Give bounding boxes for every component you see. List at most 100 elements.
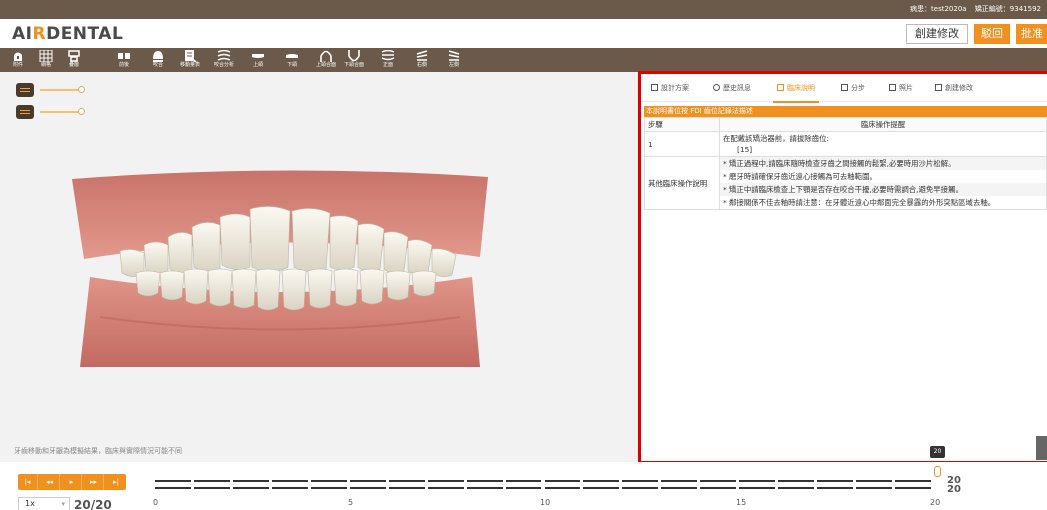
tool-front-view[interactable]: 正面 xyxy=(374,48,402,72)
step-segment[interactable] xyxy=(817,480,854,482)
step-segment[interactable] xyxy=(739,487,776,489)
slider-knob[interactable] xyxy=(78,108,85,115)
section-title: 本說明書位按 FDI 齒位記錄法描述 xyxy=(644,106,1047,117)
step-segment[interactable] xyxy=(349,487,386,489)
step-segment[interactable] xyxy=(661,487,698,489)
instruction-line: * 矯正中請臨床檢查上下顎是否存在咬合干擾,必要時需調合,避免早接觸。 xyxy=(720,183,1046,196)
step-segment[interactable] xyxy=(232,487,269,489)
step-segment[interactable] xyxy=(427,480,464,482)
tool-right-view[interactable]: 右側 xyxy=(408,48,436,72)
step-segment[interactable] xyxy=(817,487,854,489)
step-segment[interactable] xyxy=(622,480,659,482)
panel-tabs: 設計方案 歷史訊息 臨床說明 分步 照片 創建修改 xyxy=(641,74,1047,103)
lower-step-count: 20 xyxy=(947,484,961,495)
create-modify-button[interactable]: 創建修改 xyxy=(906,24,968,44)
upper-opacity-toggle[interactable] xyxy=(16,83,34,97)
tab-create-modify[interactable]: 創建修改 xyxy=(935,83,973,93)
step-segment[interactable] xyxy=(661,480,698,482)
step-segment[interactable] xyxy=(388,487,425,489)
extraction-note: 在配戴該矯治器前，請拔除齒位: xyxy=(723,134,829,143)
step-segment[interactable] xyxy=(427,487,464,489)
lower-jaw-icon xyxy=(286,54,298,58)
step-segment[interactable] xyxy=(895,480,931,482)
tool-upper-occlusal[interactable]: 上頜合面 xyxy=(312,48,340,72)
tool-left-view[interactable]: 左側 xyxy=(440,48,468,72)
step-segment[interactable] xyxy=(544,480,581,482)
front-view-icon xyxy=(381,50,395,61)
tool-lower-occlusal[interactable]: 下頜合面 xyxy=(340,48,368,72)
step-number: 1 xyxy=(644,131,720,157)
step-segment[interactable] xyxy=(856,480,893,482)
tool-before-after[interactable]: 前後 xyxy=(110,48,138,72)
movement-table-icon xyxy=(185,50,197,62)
approve-button[interactable]: 批准 xyxy=(1016,24,1047,44)
step-segment[interactable] xyxy=(856,487,893,489)
slider-knob[interactable] xyxy=(78,86,85,93)
step-segment[interactable] xyxy=(232,480,269,482)
tab-photos[interactable]: 照片 xyxy=(889,83,913,93)
panel-collapse-handle[interactable] xyxy=(1036,436,1047,460)
clinical-table: 步驟 臨床操作提醒 1 在配戴該矯治器前，請拔除齒位: [15] 其他臨床操作說… xyxy=(644,117,1047,210)
step-segment[interactable] xyxy=(271,480,308,482)
current-step-marker[interactable] xyxy=(934,466,941,477)
step-segment[interactable] xyxy=(583,480,620,482)
account-info: 病患：test2020a 矯正編號：9341592 xyxy=(904,4,1041,14)
tab-clinical-notes[interactable]: 臨床說明 xyxy=(773,83,819,103)
other-instructions-label: 其他臨床操作說明 xyxy=(644,156,720,210)
step-timeline: |◂ ◂◂ ▸ ▸▸ ▸| 1x ▾ 20/20 0 5 10 15 20 20 … xyxy=(0,462,1047,510)
case-label: 矯正編號：9341592 xyxy=(974,5,1041,13)
tool-overlay[interactable]: 疊層 xyxy=(60,48,88,72)
upper-opacity-slider[interactable] xyxy=(40,86,85,93)
step-segment[interactable] xyxy=(505,480,542,482)
reject-button[interactable]: 駁回 xyxy=(974,24,1010,44)
step-segment[interactable] xyxy=(622,487,659,489)
steps-icon xyxy=(841,84,848,91)
table-row: 其他臨床操作說明 * 矯正過程中,請臨床隨時檢查牙齒之間接觸的鬆緊,必要時用沙片… xyxy=(644,156,1047,210)
step-segment[interactable] xyxy=(310,480,347,482)
right-view-icon xyxy=(416,50,428,61)
lower-opacity-slider[interactable] xyxy=(40,108,85,115)
step-segment[interactable] xyxy=(155,480,191,482)
step-segment[interactable] xyxy=(349,480,386,482)
tool-lower-jaw[interactable]: 下頜 xyxy=(278,48,306,72)
model-viewer[interactable]: 牙齒移動和牙齦為模擬結果，臨床與實際情況可能不同 xyxy=(0,72,640,462)
dental-model[interactable] xyxy=(60,167,500,367)
step-segment[interactable] xyxy=(583,487,620,489)
table-row: 1 在配戴該矯治器前，請拔除齒位: [15] xyxy=(644,131,1047,157)
step-segment[interactable] xyxy=(193,487,230,489)
step-segment[interactable] xyxy=(739,480,776,482)
tool-movement-table[interactable]: 移動量表 xyxy=(176,48,204,72)
step-segment[interactable] xyxy=(155,487,191,489)
instruction-line: * 磨牙時請確保牙齒近遠心接觸為可去釉範圍。 xyxy=(723,172,877,181)
step-segment[interactable] xyxy=(895,487,931,489)
tool-occlusion-analysis[interactable]: 咬合分析 xyxy=(210,48,238,72)
tool-upper-jaw[interactable]: 上頜 xyxy=(244,48,272,72)
tool-attachment[interactable]: 附件 xyxy=(4,48,32,72)
step-segment[interactable] xyxy=(271,487,308,489)
lower-opacity-toggle[interactable] xyxy=(16,105,34,119)
upper-jaw-icon xyxy=(252,54,264,58)
tick-label: 5 xyxy=(348,498,354,507)
tool-bite[interactable]: 咬合 xyxy=(144,48,172,72)
edit-icon xyxy=(935,84,942,91)
step-segment[interactable] xyxy=(466,487,503,489)
step-segment[interactable] xyxy=(310,487,347,489)
step-segment[interactable] xyxy=(505,487,542,489)
tab-history[interactable]: 歷史訊息 xyxy=(713,83,751,93)
header: AIRDENTAL 創建修改 駁回 批准 xyxy=(0,19,1047,48)
tab-steps[interactable]: 分步 xyxy=(841,83,865,93)
step-segment[interactable] xyxy=(778,480,815,482)
teeth-icon xyxy=(20,88,30,92)
step-segment[interactable] xyxy=(544,487,581,489)
tab-design-plan[interactable]: 設計方案 xyxy=(651,83,689,93)
step-segment[interactable] xyxy=(193,480,230,482)
step-badge: 20 xyxy=(930,446,945,458)
col-operation: 臨床操作提醒 xyxy=(719,117,1047,132)
step-segment[interactable] xyxy=(466,480,503,482)
step-segment[interactable] xyxy=(388,480,425,482)
step-segment[interactable] xyxy=(700,480,737,482)
step-segment[interactable] xyxy=(700,487,737,489)
lower-occlusal-icon xyxy=(348,50,360,62)
tool-grid[interactable]: 網格 xyxy=(32,48,60,72)
step-segment[interactable] xyxy=(778,487,815,489)
